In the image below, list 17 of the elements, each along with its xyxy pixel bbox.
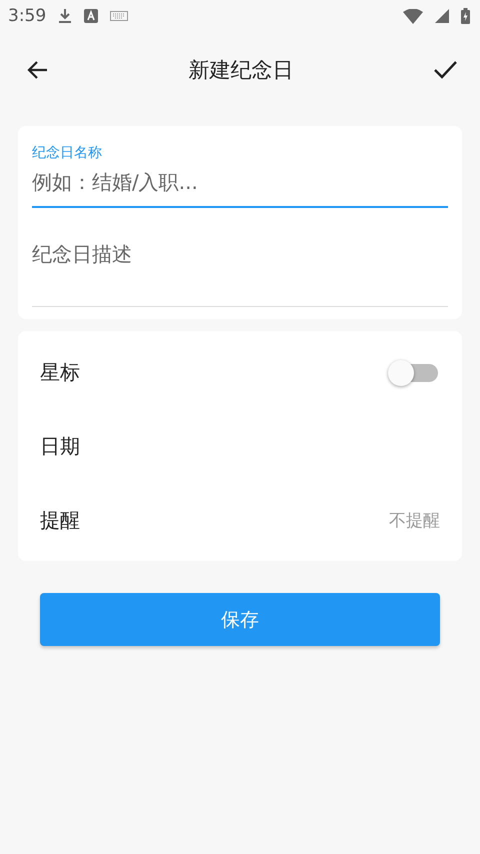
star-switch[interactable] — [388, 359, 440, 385]
setting-label: 日期 — [40, 432, 80, 460]
status-time: 3:59 — [8, 6, 46, 26]
save-button[interactable]: 保存 — [40, 593, 440, 646]
setting-label: 提醒 — [40, 506, 80, 534]
page-title: 新建纪念日 — [188, 57, 294, 84]
text-field[interactable]: 纪念日描述 — [18, 213, 462, 319]
setting-label: 星标 — [40, 358, 80, 386]
setting-value[interactable]: 不提醒 — [389, 508, 440, 532]
download-icon — [58, 8, 72, 24]
keyboard-app-icon — [84, 9, 98, 23]
field-label: 纪念日名称 — [32, 144, 103, 162]
battery-icon — [461, 8, 470, 24]
text-field[interactable]: 纪念日名称 例如：结婚/入职... — [18, 126, 462, 213]
signal-icon — [435, 9, 449, 23]
wifi-icon — [403, 8, 423, 24]
keyboard-icon — [110, 11, 128, 21]
